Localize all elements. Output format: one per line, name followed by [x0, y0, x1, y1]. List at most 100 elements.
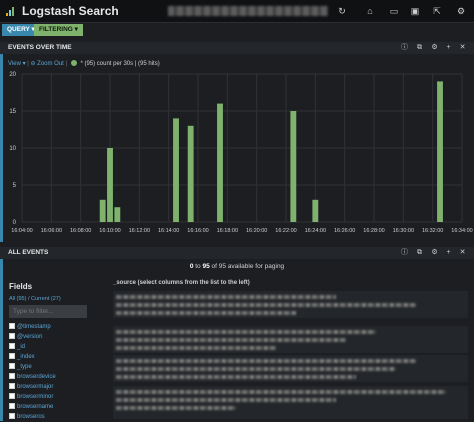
x-tick-label: 16:30:00 [393, 228, 414, 234]
field-checkbox[interactable] [9, 343, 15, 350]
events-over-time-header: EVENTS OVER TIME ⓘ ⧉ ⚙ + ✕ [0, 42, 474, 54]
field-item[interactable]: browserdevice [9, 372, 109, 382]
field-filter-input[interactable] [9, 305, 87, 318]
field-item[interactable]: _type [9, 362, 109, 372]
x-tick-label: 16:18:00 [217, 228, 238, 234]
redacted-text [116, 359, 416, 363]
home-icon[interactable]: ⌂ [364, 5, 376, 17]
fields-count-toggle[interactable]: All (95) / Current (27) [9, 296, 61, 302]
events-over-time-title: EVENTS OVER TIME [8, 44, 72, 51]
redacted-text [116, 367, 396, 371]
x-tick-label: 16:04:00 [11, 228, 32, 234]
field-item[interactable]: browsername [9, 402, 109, 412]
field-name[interactable]: _index [17, 354, 35, 360]
folder-icon[interactable]: ▭ [388, 5, 400, 17]
close-icon[interactable]: ✕ [458, 248, 467, 258]
field-name[interactable]: @timestamp [17, 324, 51, 330]
histogram-bar [312, 199, 319, 222]
expand-icon[interactable]: + [444, 248, 453, 258]
field-checkbox[interactable] [9, 413, 15, 420]
field-name[interactable]: @version [17, 334, 42, 340]
histogram-bar [187, 125, 194, 222]
x-tick-label: 16:12:00 [129, 228, 150, 234]
field-checkbox[interactable] [9, 383, 15, 390]
x-tick-label: 16:22:00 [275, 228, 296, 234]
paging-text: of 95 available for paging [211, 263, 285, 270]
top-navbar: Logstash Search ↻ ⌂ ▭ ▣ ⇱ ⚙ [0, 0, 474, 23]
info-icon[interactable]: ⓘ [400, 43, 409, 53]
redacted-text [116, 390, 446, 394]
app-title[interactable]: Logstash Search [22, 4, 119, 18]
legend-color-dot [70, 60, 77, 67]
query-bar: QUERY ▾ FILTERING ▾ [0, 23, 474, 37]
x-tick-label: 16:20:00 [246, 228, 267, 234]
all-events-accent-bar [0, 247, 3, 421]
field-item[interactable]: browsermajor [9, 382, 109, 392]
redacted-text [116, 295, 336, 299]
paging-info: 0 to 95 of 95 available for paging [189, 263, 285, 270]
field-item[interactable]: _id [9, 342, 109, 352]
histogram-svg: 0 5 10 15 20 16:04:00 16:06:00 16:08:00 16:10:00… [9, 72, 472, 234]
histogram-bar [173, 118, 179, 222]
field-name[interactable]: browserdevice [17, 374, 56, 380]
close-icon[interactable]: ✕ [458, 43, 467, 53]
field-item[interactable]: _index [9, 352, 109, 362]
field-checkbox[interactable] [9, 363, 15, 370]
paging-to: 95 [202, 263, 210, 270]
field-item[interactable]: @timestamp [9, 322, 109, 332]
filtering-tab[interactable]: FILTERING ▾ [34, 24, 83, 36]
view-dropdown[interactable]: View ▾ [8, 61, 26, 67]
field-name[interactable]: browsername [17, 404, 53, 410]
event-row[interactable] [113, 326, 468, 353]
y-tick-label: 15 [9, 109, 16, 115]
redacted-text [116, 330, 376, 334]
field-checkbox[interactable] [9, 373, 15, 380]
x-tick-label: 16:10:00 [99, 228, 120, 234]
fields-title: Fields [9, 282, 33, 291]
field-name[interactable]: browsermajor [17, 384, 53, 390]
legend-text: * (95) count per 30s | (95 hits) [80, 61, 160, 67]
paging-from: 0 [189, 263, 194, 270]
field-checkbox[interactable] [9, 353, 15, 360]
x-tick-label: 16:28:00 [363, 228, 384, 234]
event-row[interactable] [113, 355, 468, 382]
info-icon[interactable]: ⓘ [400, 248, 409, 258]
x-tick-label: 16:08:00 [70, 228, 91, 234]
field-name[interactable]: _type [17, 364, 32, 370]
event-row[interactable] [113, 386, 468, 419]
field-name[interactable]: browserminor [17, 394, 53, 400]
duplicate-icon[interactable]: ⧉ [415, 248, 424, 258]
redacted-text [116, 346, 276, 350]
time-range-picker[interactable] [168, 6, 328, 16]
field-checkbox[interactable] [9, 393, 15, 400]
field-checkbox[interactable] [9, 323, 15, 330]
field-name[interactable]: _id [17, 344, 25, 350]
x-tick-label: 16:32:00 [422, 228, 443, 234]
histogram-bar [114, 207, 121, 222]
histogram-chart: 0 5 10 15 20 16:04:00 16:06:00 16:08:00 16:10:00… [0, 68, 474, 238]
duplicate-icon[interactable]: ⧉ [415, 43, 424, 53]
settings-icon[interactable]: ⚙ [455, 5, 467, 17]
expand-icon[interactable]: + [444, 43, 453, 53]
gear-icon[interactable]: ⚙ [430, 248, 439, 258]
x-tick-label: 16:16:00 [187, 228, 208, 234]
all-events-title: ALL EVENTS [8, 249, 49, 256]
zoom-out-link[interactable]: ⊖ Zoom Out [30, 61, 63, 67]
field-item[interactable]: browserminor [9, 392, 109, 402]
all-events-header: ALL EVENTS ⓘ ⧉ ⚙ + ✕ [0, 247, 474, 259]
event-row[interactable] [113, 291, 468, 318]
y-tick-label: 10 [9, 146, 16, 152]
field-checkbox[interactable] [9, 403, 15, 410]
x-tick-label: 16:06:00 [41, 228, 62, 234]
redacted-text [116, 338, 346, 342]
histogram-bar [290, 111, 297, 222]
histogram-bar [217, 103, 223, 222]
field-checkbox[interactable] [9, 333, 15, 340]
save-icon[interactable]: ▣ [409, 5, 421, 17]
share-icon[interactable]: ⇱ [431, 5, 443, 17]
field-name[interactable]: browseros [17, 414, 45, 420]
gear-icon[interactable]: ⚙ [430, 43, 439, 53]
y-tick-label: 20 [9, 72, 16, 78]
field-item[interactable]: @version [9, 332, 109, 342]
refresh-icon[interactable]: ↻ [336, 5, 348, 17]
